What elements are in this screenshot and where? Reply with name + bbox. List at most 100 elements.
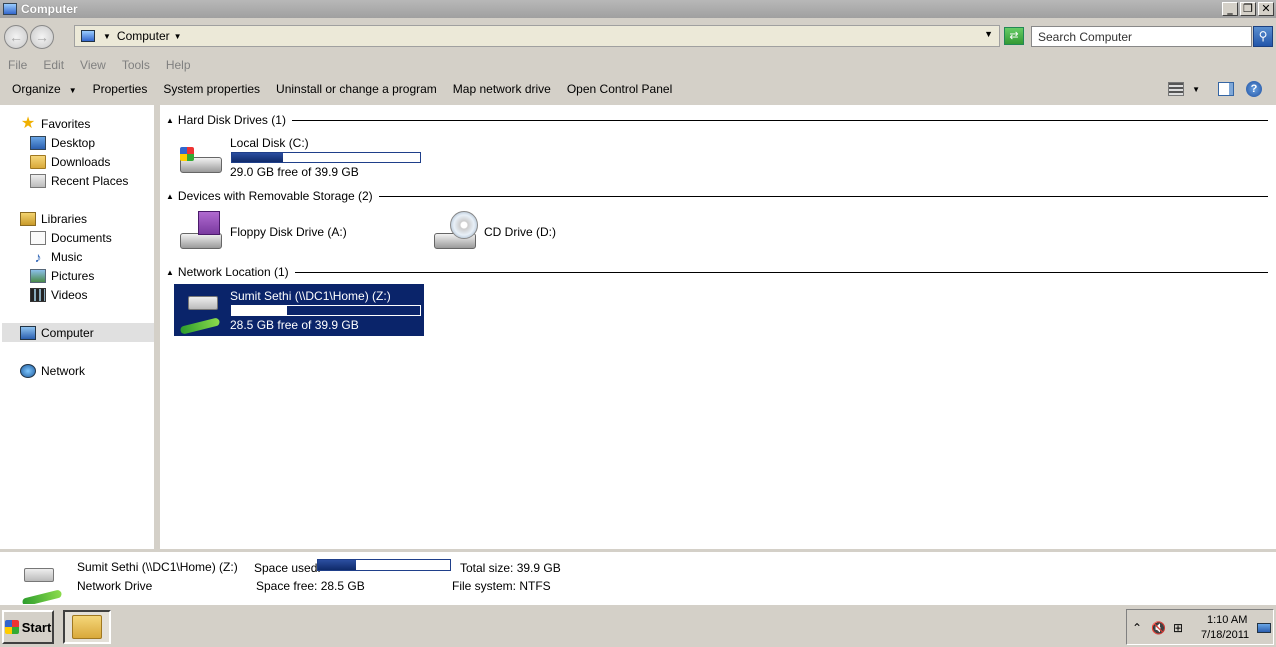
nav-documents[interactable]: Documents: [30, 228, 112, 247]
menu-file[interactable]: File: [8, 58, 27, 72]
breadcrumb-computer[interactable]: Computer: [117, 29, 170, 43]
nav-downloads[interactable]: Downloads: [30, 152, 110, 171]
help-icon[interactable]: ?: [1246, 81, 1262, 97]
taskbar-explorer-button[interactable]: [63, 610, 111, 644]
restore-button[interactable]: ❐: [1240, 2, 1256, 16]
show-hidden-icons-icon[interactable]: ⌃: [1132, 621, 1142, 635]
floppy-disk-icon: [198, 211, 220, 235]
nav-label: Pictures: [51, 268, 95, 283]
disk-body: [180, 233, 222, 249]
minimize-button[interactable]: _: [1222, 2, 1238, 16]
map-network-drive-button[interactable]: Map network drive: [445, 82, 559, 96]
chevron-right-icon[interactable]: ▼: [103, 32, 111, 41]
documents-icon: [30, 230, 46, 245]
address-history-dropdown[interactable]: ▼: [984, 29, 993, 39]
network-pipe-icon: [179, 317, 221, 335]
drive-z[interactable]: Sumit Sethi (\\DC1\Home) (Z:) 28.5 GB fr…: [174, 284, 424, 336]
menu-bar: File Edit View Tools Help: [0, 56, 199, 74]
nav-music[interactable]: ♪ Music: [30, 247, 83, 266]
show-desktop-icon[interactable]: [1257, 623, 1271, 633]
nav-computer[interactable]: Computer: [2, 323, 154, 342]
windows-logo-icon: [4, 620, 19, 634]
menu-help[interactable]: Help: [166, 58, 191, 72]
drive-name: Local Disk (C:): [230, 136, 309, 150]
drive-name: Sumit Sethi (\\DC1\Home) (Z:): [230, 289, 391, 303]
drive-d[interactable]: CD Drive (D:): [430, 211, 556, 253]
refresh-button[interactable]: ⇄: [1004, 27, 1024, 45]
search-input[interactable]: Search Computer: [1031, 26, 1252, 47]
desktop-icon: [30, 135, 46, 150]
collapse-caret-icon: ▲: [166, 115, 174, 125]
details-pane: Sumit Sethi (\\DC1\Home) (Z:) Network Dr…: [0, 549, 1276, 607]
properties-button[interactable]: Properties: [85, 82, 156, 96]
nav-pictures[interactable]: Pictures: [30, 266, 94, 285]
taskbar: Start ⌃ 🔇 ⊞ 1:10 AM 7/18/2011: [0, 604, 1276, 647]
file-system-label: File system: NTFS: [452, 579, 551, 593]
capacity-fill: [232, 306, 287, 315]
nav-videos[interactable]: Videos: [30, 285, 87, 304]
drive-free-space: 29.0 GB free of 39.9 GB: [230, 165, 359, 179]
computer-icon: [20, 325, 36, 340]
music-note-icon: ♪: [34, 248, 42, 265]
start-button[interactable]: Start: [2, 610, 54, 644]
forward-button[interactable]: →: [30, 25, 54, 49]
nav-recent-places[interactable]: Recent Places: [30, 171, 128, 190]
space-used-bar: [317, 559, 451, 571]
navigation-pane: ★ Favorites Desktop Downloads Recent Plac…: [0, 105, 157, 549]
back-button[interactable]: ←: [4, 25, 28, 49]
clock-time[interactable]: 1:10 AM: [1207, 614, 1247, 626]
title-bar: Computer _ ❐ ✕: [0, 0, 1276, 18]
group-network-location[interactable]: ▲ Network Location (1): [166, 264, 1268, 280]
total-size-label: Total size: 39.9 GB: [460, 561, 561, 575]
change-view-icon[interactable]: [1168, 82, 1185, 96]
nav-favorites[interactable]: ★ Favorites: [20, 114, 91, 133]
cd-disc-icon: [450, 211, 478, 239]
group-removable-storage[interactable]: ▲ Devices with Removable Storage (2): [166, 188, 1268, 204]
folder-icon: [72, 615, 102, 639]
address-bar[interactable]: ▼ Computer ▼ ▼: [74, 25, 1000, 47]
nav-label: Videos: [51, 287, 88, 302]
network-status-icon[interactable]: ⊞: [1173, 621, 1183, 635]
space-used-fill: [318, 560, 357, 570]
drive-a[interactable]: Floppy Disk Drive (A:): [176, 211, 347, 253]
floppy-drive-icon: [176, 211, 224, 253]
group-divider: [294, 271, 1268, 273]
star-icon: ★: [20, 114, 36, 132]
pictures-icon: [30, 268, 46, 283]
open-control-panel-button[interactable]: Open Control Panel: [559, 82, 680, 96]
computer-icon: [81, 30, 95, 42]
menu-view[interactable]: View: [80, 58, 106, 72]
details-title: Sumit Sethi (\\DC1\Home) (Z:): [77, 560, 238, 574]
clock-date[interactable]: 7/18/2011: [1201, 629, 1249, 641]
menu-edit[interactable]: Edit: [43, 58, 64, 72]
cd-drive-icon: [430, 211, 478, 253]
start-label: Start: [21, 619, 52, 635]
drive-c[interactable]: Local Disk (C:) 29.0 GB free of 39.9 GB: [176, 135, 421, 179]
space-free-label: Space free: 28.5 GB: [256, 579, 365, 593]
network-drive-icon: [18, 562, 63, 607]
system-properties-button[interactable]: System properties: [155, 82, 268, 96]
nav-desktop[interactable]: Desktop: [30, 133, 95, 152]
group-divider: [291, 119, 1268, 121]
view-options-dropdown[interactable]: ▼: [1192, 85, 1200, 94]
chevron-down-icon: ▼: [68, 86, 77, 95]
drive-free-space: 28.5 GB free of 39.9 GB: [230, 318, 359, 332]
group-hard-disk-drives[interactable]: ▲ Hard Disk Drives (1): [166, 112, 1268, 128]
disk-body: [188, 296, 218, 310]
organize-label: Organize: [12, 82, 61, 96]
menu-tools[interactable]: Tools: [122, 58, 150, 72]
chevron-down-icon[interactable]: ▼: [174, 32, 182, 41]
preview-pane-icon[interactable]: [1218, 82, 1234, 96]
view-controls: ▼ ?: [1168, 77, 1276, 101]
nav-label: Recent Places: [51, 173, 129, 188]
nav-label: Computer: [41, 325, 94, 340]
recent-places-icon: [30, 173, 46, 188]
drive-name: CD Drive (D:): [484, 225, 556, 239]
uninstall-program-button[interactable]: Uninstall or change a program: [268, 82, 445, 96]
search-icon[interactable]: ⚲: [1253, 26, 1273, 47]
close-button[interactable]: ✕: [1258, 2, 1274, 16]
speaker-muted-icon[interactable]: 🔇: [1151, 621, 1166, 635]
organize-button[interactable]: Organize ▼: [0, 82, 85, 96]
nav-network[interactable]: Network: [20, 361, 85, 380]
nav-libraries[interactable]: Libraries: [20, 209, 87, 228]
